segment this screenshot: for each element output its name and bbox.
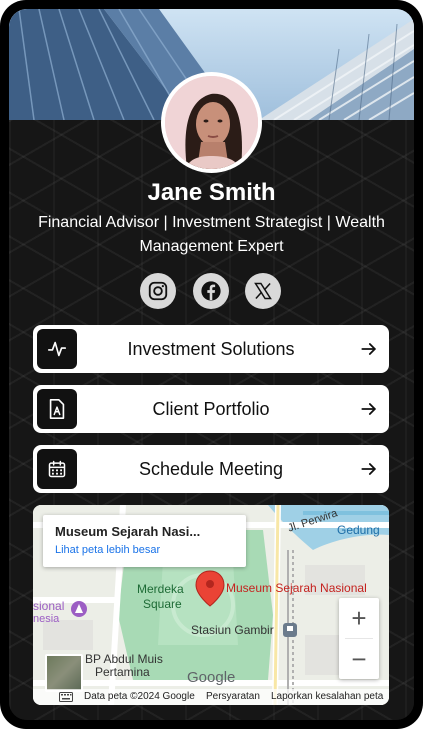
instagram-icon	[148, 281, 168, 301]
button-label: Investment Solutions	[127, 339, 295, 359]
facebook-icon	[201, 281, 221, 301]
instagram-button[interactable]	[140, 273, 176, 309]
map-zoom-control: + −	[339, 598, 379, 679]
profile-card: Jane Smith Financial Advisor | Investmen…	[9, 9, 414, 720]
map-attribution: Data peta ©2024 Google Persyaratan Lapor…	[33, 689, 389, 705]
facebook-button[interactable]	[193, 273, 229, 309]
activity-pulse-icon	[37, 329, 77, 369]
map-terms-link[interactable]: Persyaratan	[206, 691, 260, 702]
map-merdeka-label-2: Square	[143, 597, 182, 611]
map-abdul-label-2: Pertamina	[95, 665, 150, 679]
x-twitter-button[interactable]	[245, 273, 281, 309]
satellite-view-toggle[interactable]	[45, 654, 83, 692]
map-nasional-label-1: sional	[33, 599, 65, 613]
document-a-icon	[37, 389, 77, 429]
map-abdul-label-1: BP Abdul Muis	[85, 652, 163, 666]
embedded-map[interactable]: Museum Sejarah Nasi... Lihat peta lebih …	[33, 505, 389, 705]
social-links	[9, 273, 414, 311]
profile-name: Jane Smith	[147, 179, 276, 206]
schedule-meeting-button[interactable]: Schedule Meeting	[33, 445, 389, 493]
investment-solutions-button[interactable]: Investment Solutions	[33, 325, 389, 373]
x-twitter-icon	[254, 282, 272, 300]
button-label: Client Portfolio	[152, 399, 270, 419]
map-stasiun-label: Stasiun Gambir	[191, 623, 274, 637]
map-museum-label: Museum Sejarah Nasional	[226, 581, 367, 595]
map-report-link[interactable]: Laporkan kesalahan peta	[271, 691, 383, 702]
button-label: Schedule Meeting	[138, 459, 284, 479]
map-nasional-label-2: nesia	[33, 613, 60, 625]
avatar-photo	[165, 76, 258, 169]
phone-frame: Jane Smith Financial Advisor | Investmen…	[0, 0, 423, 729]
map-gedung-label: Gedung	[337, 523, 380, 537]
arrow-right-icon	[361, 343, 376, 355]
profile-avatar	[161, 72, 262, 173]
map-place-title: Museum Sejarah Nasi...	[55, 524, 201, 539]
view-larger-map-link[interactable]: Lihat peta lebih besar	[55, 544, 246, 556]
google-logo: Google	[187, 669, 236, 686]
zoom-in-button[interactable]: +	[339, 598, 379, 638]
map-data-credit: Data peta ©2024 Google	[84, 691, 195, 702]
arrow-right-icon	[361, 463, 376, 475]
client-portfolio-button[interactable]: Client Portfolio	[33, 385, 389, 433]
profile-subtitle: Financial Advisor | Investment Strategis…	[38, 214, 385, 255]
calendar-icon	[37, 449, 77, 489]
zoom-out-button[interactable]: −	[339, 639, 379, 679]
map-merdeka-label-1: Merdeka	[137, 582, 184, 596]
keyboard-icon[interactable]	[59, 692, 73, 702]
arrow-right-icon	[361, 403, 376, 415]
map-place-card: Museum Sejarah Nasi... Lihat peta lebih …	[43, 515, 246, 567]
